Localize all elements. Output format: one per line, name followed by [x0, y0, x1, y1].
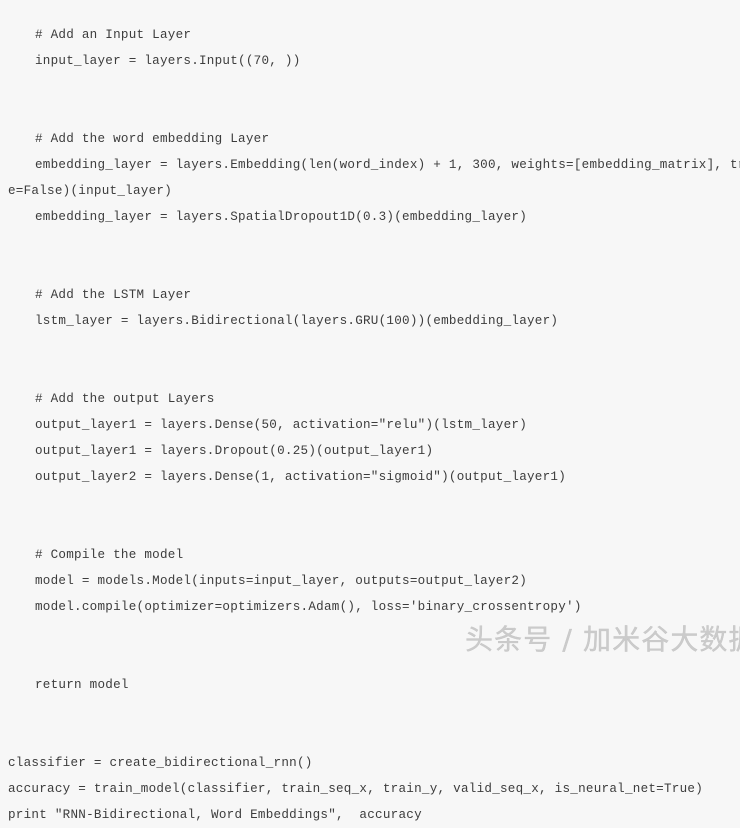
code-line: output_layer2 = layers.Dense(1, activati… [35, 470, 567, 484]
code-line: return model [35, 678, 129, 692]
code-line: embedding_layer = layers.SpatialDropout1… [35, 210, 527, 224]
code-line: e=False)(input_layer) [8, 184, 172, 198]
code-screenshot-figure: # Add an Input Layer input_layer = layers… [0, 0, 740, 822]
code-line: # Add the output Layers [35, 392, 215, 406]
code-line: lstm_layer = layers.Bidirectional(layers… [35, 314, 559, 328]
code-line: print "RNN-Bidirectional, Word Embedding… [8, 808, 422, 822]
code-line: classifier = create_bidirectional_rnn() [8, 756, 313, 770]
code-line: embedding_layer = layers.Embedding(len(w… [35, 158, 740, 172]
code-line: # Add the word embedding Layer [35, 132, 270, 146]
code-line: output_layer1 = layers.Dense(50, activat… [35, 418, 527, 432]
code-line: model = models.Model(inputs=input_layer,… [35, 574, 527, 588]
code-line: # Add an Input Layer [35, 28, 192, 42]
code-line: # Add the LSTM Layer [35, 288, 192, 302]
code-line: # Compile the model [35, 548, 184, 562]
code-line: accuracy = train_model(classifier, train… [8, 782, 704, 796]
code-line: input_layer = layers.Input((70, )) [35, 54, 301, 68]
code-line: output_layer1 = layers.Dropout(0.25)(out… [35, 444, 434, 458]
code-line: model.compile(optimizer=optimizers.Adam(… [35, 600, 582, 614]
code-block: # Add an Input Layer input_layer = layers… [0, 13, 740, 828]
